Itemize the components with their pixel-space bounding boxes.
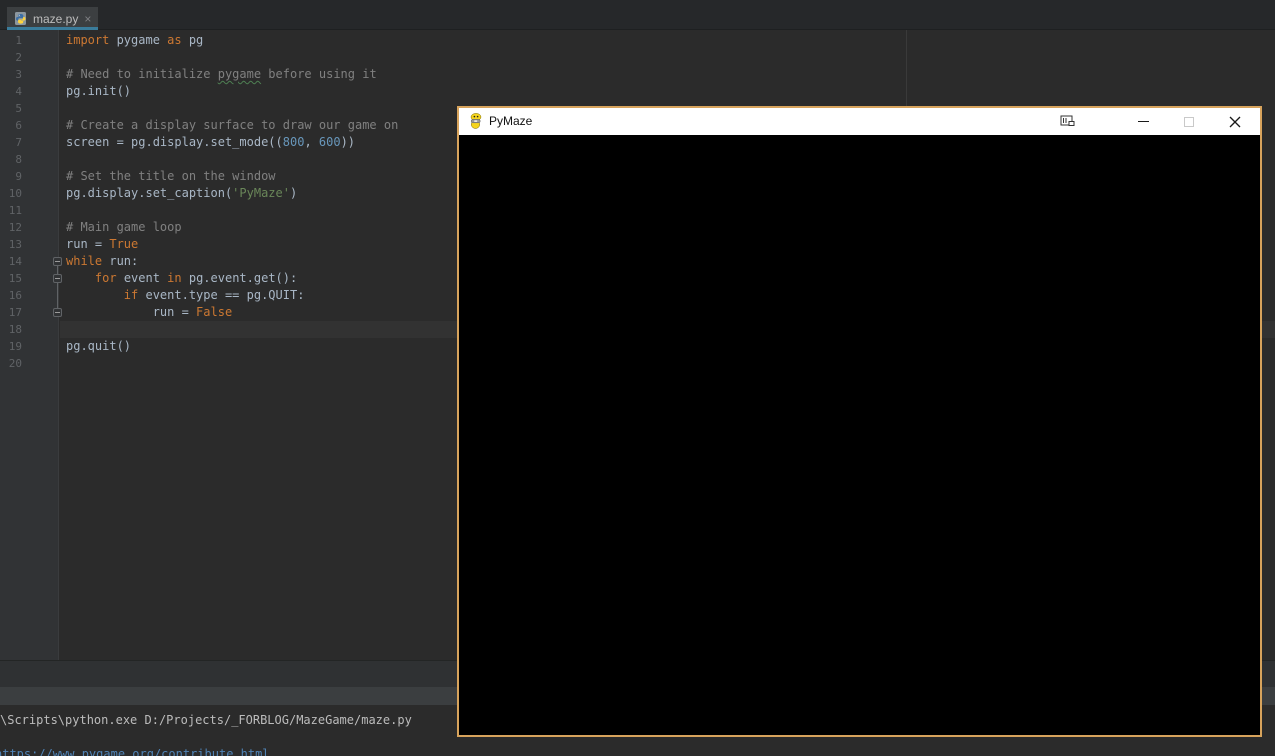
line-number: 11 <box>0 202 22 219</box>
line-number: 5 <box>0 100 22 117</box>
pygame-contribute-link[interactable]: https://www.pygame.org/contribute.html <box>0 747 270 756</box>
pygame-window[interactable]: PyMaze <box>457 106 1262 737</box>
line-number: 13 <box>0 236 22 253</box>
maximize-icon[interactable] <box>1177 108 1201 135</box>
code-text: for event in pg.event.get(): <box>66 270 297 287</box>
code-text: while run: <box>66 253 138 270</box>
line-number: 9 <box>0 168 22 185</box>
pygame-window-titlebar[interactable]: PyMaze <box>459 108 1260 135</box>
code-text: # Main game loop <box>66 219 182 236</box>
code-text: # Need to initialize pygame before using… <box>66 66 377 83</box>
ide-screen: maze.py × 1 import pygame as pg 23 # Need t… <box>0 0 1275 756</box>
fold-toggle-icon[interactable] <box>53 257 62 266</box>
code-text: screen = pg.display.set_mode((800, 600)) <box>66 134 355 151</box>
python-file-icon <box>13 11 28 26</box>
code-line[interactable]: 3 # Need to initialize pygame before usin… <box>0 66 1275 83</box>
line-number: 7 <box>0 134 22 151</box>
fold-range-line <box>57 266 58 308</box>
line-number: 4 <box>0 83 22 100</box>
line-number: 19 <box>0 338 22 355</box>
line-number: 16 <box>0 287 22 304</box>
line-number: 12 <box>0 219 22 236</box>
fold-toggle-icon[interactable] <box>53 308 62 317</box>
tab-maze-py[interactable]: maze.py × <box>7 7 98 30</box>
code-text: import pygame as pg <box>66 32 203 49</box>
code-text: pg.display.set_caption('PyMaze') <box>66 185 297 202</box>
pygame-snake-icon <box>468 113 484 129</box>
pygame-game-surface[interactable] <box>459 135 1260 735</box>
line-number: 2 <box>0 49 22 66</box>
minimize-icon[interactable] <box>1131 108 1155 135</box>
code-text: pg.quit() <box>66 338 131 355</box>
tab-close-icon[interactable]: × <box>84 13 91 25</box>
code-line[interactable]: 1 import pygame as pg <box>0 32 1275 49</box>
close-icon[interactable] <box>1223 108 1247 135</box>
code-line[interactable]: 4 pg.init() <box>0 83 1275 100</box>
code-text: pg.init() <box>66 83 131 100</box>
line-number: 8 <box>0 151 22 168</box>
code-text: if event.type == pg.QUIT: <box>66 287 304 304</box>
code-line[interactable]: 2 <box>0 49 1275 66</box>
editor-tab-bar: maze.py × <box>0 0 1275 30</box>
line-number: 3 <box>0 66 22 83</box>
line-number: 15 <box>0 270 22 287</box>
code-text: # Set the title on the window <box>66 168 276 185</box>
code-text: # Create a display surface to draw our g… <box>66 117 398 134</box>
line-number: 20 <box>0 355 22 372</box>
line-number: 10 <box>0 185 22 202</box>
code-text: run = False <box>66 304 232 321</box>
pygame-window-title: PyMaze <box>489 108 532 135</box>
line-number: 6 <box>0 117 22 134</box>
line-number: 17 <box>0 304 22 321</box>
code-text: run = True <box>66 236 138 253</box>
tab-label: maze.py <box>33 12 78 26</box>
console-command-line: \Scripts\python.exe D:/Projects/_FORBLOG… <box>0 713 412 727</box>
line-number: 14 <box>0 253 22 270</box>
line-number: 1 <box>0 32 22 49</box>
line-number: 18 <box>0 321 22 338</box>
display-settings-icon[interactable] <box>1056 108 1080 135</box>
fold-toggle-icon[interactable] <box>53 274 62 283</box>
